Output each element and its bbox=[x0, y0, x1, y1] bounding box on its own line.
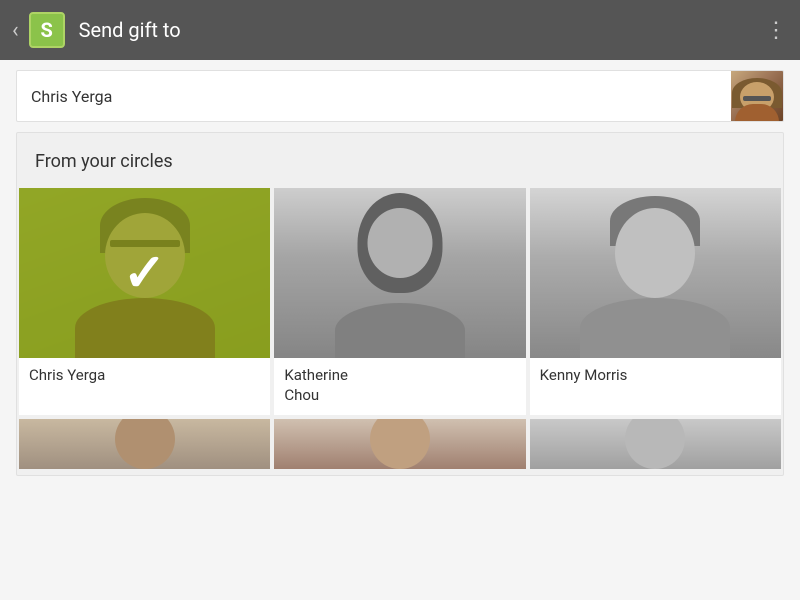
kenny-face-shape bbox=[615, 208, 695, 298]
bottom-cell-2[interactable] bbox=[274, 419, 525, 469]
recipient-row[interactable]: Chris Yerga bbox=[16, 70, 784, 122]
check-overlay: ✓ bbox=[123, 243, 167, 304]
contact-name-kenny-morris: Kenny Morris bbox=[530, 358, 781, 396]
bottom-photo-2 bbox=[274, 419, 525, 469]
recipient-avatar bbox=[731, 70, 783, 122]
bottom-photo-1 bbox=[19, 419, 270, 469]
back-button[interactable]: ‹ bbox=[12, 18, 19, 43]
bottom-contacts-row bbox=[17, 417, 783, 471]
circles-title: From your circles bbox=[17, 133, 783, 186]
kenny-body-shape bbox=[580, 298, 730, 358]
kath-face-shape bbox=[367, 208, 432, 278]
bottom-cell-3[interactable] bbox=[530, 419, 781, 469]
contact-name-katherine-chou: KatherineChou bbox=[274, 358, 525, 415]
contact-photo-chris: ✓ bbox=[19, 188, 270, 358]
avatar-glasses bbox=[743, 96, 771, 101]
contact-cell-kenny-morris[interactable]: Kenny Morris bbox=[530, 188, 781, 415]
app-icon: S bbox=[29, 12, 65, 48]
bottom-photo-3 bbox=[530, 419, 781, 469]
contact-cell-chris-yerga[interactable]: ✓ Chris Yerga bbox=[19, 188, 270, 415]
page-title: Send gift to bbox=[79, 18, 765, 42]
circles-section: From your circles ✓ Chris Yerga bbox=[16, 132, 784, 476]
bottom-cell-1[interactable] bbox=[19, 419, 270, 469]
bp3-face bbox=[625, 419, 685, 469]
bp1-face bbox=[115, 419, 175, 469]
bp2-face bbox=[370, 419, 430, 469]
contact-name-chris-yerga: Chris Yerga bbox=[19, 358, 270, 396]
top-bar: ‹ S Send gift to ⋮ bbox=[0, 0, 800, 60]
contacts-grid: ✓ Chris Yerga KatherineChou Kenny Morris bbox=[17, 186, 783, 417]
recipient-avatar-img bbox=[731, 70, 783, 122]
app-icon-letter: S bbox=[40, 18, 52, 42]
contact-photo-kenny bbox=[530, 188, 781, 358]
kath-body-shape bbox=[335, 303, 465, 358]
more-button[interactable]: ⋮ bbox=[765, 18, 788, 43]
recipient-name: Chris Yerga bbox=[17, 87, 731, 106]
contact-photo-katherine bbox=[274, 188, 525, 358]
contact-cell-katherine-chou[interactable]: KatherineChou bbox=[274, 188, 525, 415]
